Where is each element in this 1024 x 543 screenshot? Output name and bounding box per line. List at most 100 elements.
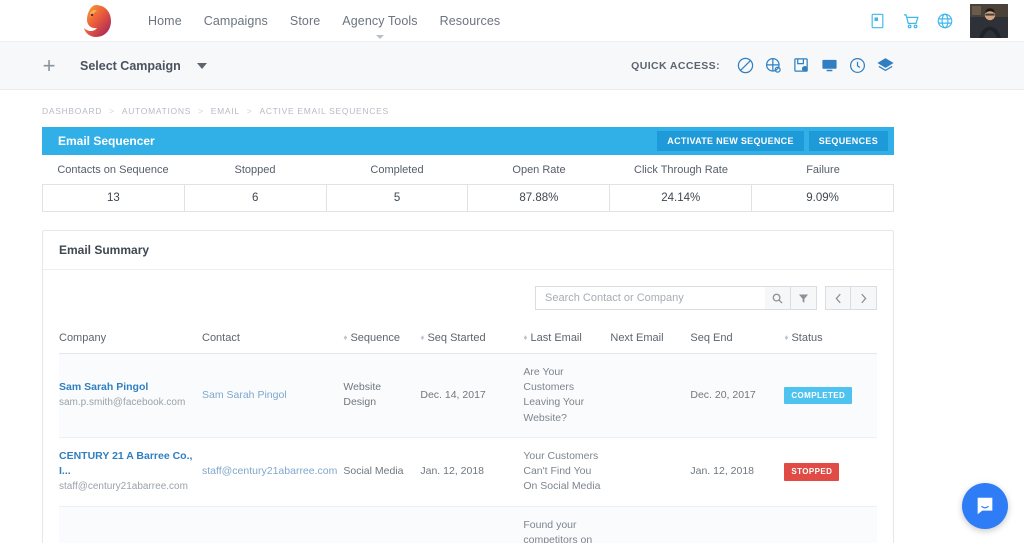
column-label-status: Status [791, 332, 823, 344]
table-row[interactable]: Product PH joshua.pielago@gmail.com Josh… [59, 506, 877, 543]
panel-header: Email Sequencer ACTIVATE NEW SEQUENCE SE… [42, 127, 894, 155]
column-label-company: Company [59, 332, 107, 344]
cell-contact: Joshua Pielago [202, 506, 343, 543]
stat-label-completed: Completed [370, 164, 424, 176]
stat-label-contacts-on-sequence: Contacts on Sequence [57, 164, 169, 176]
chevron-right-icon[interactable] [851, 286, 877, 310]
intercom-chat-launcher[interactable] [962, 483, 1008, 529]
monitor-icon[interactable] [821, 57, 838, 74]
company-link[interactable]: CENTURY 21 A Barree Co., I... [59, 449, 196, 479]
table-body: Sam Sarah Pingol sam.p.smith@facebook.co… [59, 353, 877, 543]
table-header-row: Company Contact ♦ Sequence ♦ Seq Started ♦… [59, 324, 877, 354]
breadcrumb-separator: > [246, 106, 253, 116]
status-badge: STOPPED [784, 463, 840, 481]
cell-seq-started: Dec. 14, 2017 [420, 388, 486, 401]
table-row[interactable]: CENTURY 21 A Barree Co., I... staff@cent… [59, 437, 877, 507]
nav-link-resources[interactable]: Resources [440, 12, 501, 30]
user-avatar[interactable] [970, 4, 1008, 38]
nav-link-agency-tools[interactable]: Agency Tools [342, 12, 417, 30]
sequences-button[interactable]: SEQUENCES [808, 131, 888, 151]
cell-seq-started: Jan. 12, 2018 [420, 506, 523, 543]
sort-icon: ♦ [420, 333, 425, 342]
column-header-last-email[interactable]: ♦ Last Email [523, 324, 611, 354]
breadcrumb-item-automations[interactable]: AUTOMATIONS [122, 106, 191, 116]
cell-seq-end: Jan. 12, 2018 [690, 465, 755, 478]
chevron-left-icon[interactable] [825, 286, 851, 310]
breadcrumb-separator: > [198, 106, 204, 116]
nav-link-store[interactable]: Store [290, 12, 320, 30]
globe-icon[interactable] [936, 12, 954, 30]
email-summary-card: Email Summary Search Contact or Company … [42, 230, 894, 543]
column-label-last-email: Last Email [530, 332, 582, 344]
select-campaign-dropdown[interactable]: Select Campaign [80, 59, 207, 73]
cell-company: Sam Sarah Pingol sam.p.smith@facebook.co… [59, 354, 202, 438]
stats-value-row: 13 6 5 87.88% 24.14% 9.09% [42, 184, 894, 212]
select-campaign-label: Select Campaign [80, 58, 181, 73]
column-header-status[interactable]: ♦ Status [784, 324, 877, 354]
breadcrumb: DASHBOARD > AUTOMATIONS > EMAIL > ACTIVE… [42, 106, 1024, 116]
cell-sequence: Website Design [343, 381, 382, 409]
cell-sequence: Social Media [343, 506, 420, 543]
table-row[interactable]: Sam Sarah Pingol sam.p.smith@facebook.co… [59, 353, 877, 438]
column-label-seq-end: Seq End [690, 332, 733, 344]
column-label-sequence: Sequence [350, 332, 401, 344]
cell-status: COMPLETED [784, 354, 877, 438]
cell-status: STOPPED [784, 437, 877, 506]
table-toolbar [59, 270, 877, 324]
column-header-sequence[interactable]: ♦ Sequence [343, 324, 421, 354]
stat-label-click-through-rate: Click Through Rate [634, 164, 728, 176]
top-navigation-bar: Home Campaigns Store Agency Tools Resour… [0, 0, 1024, 42]
search-input[interactable] [535, 286, 765, 310]
shopping-cart-icon[interactable] [902, 12, 920, 30]
stat-value-failure: 9.09% [806, 192, 839, 204]
email-summary-body: Company Contact ♦Sequence ♦Seq Started ♦… [43, 270, 893, 543]
add-campaign-button[interactable]: + [38, 54, 60, 77]
brand-logo[interactable] [78, 2, 118, 40]
stat-label-failure: Failure [806, 164, 840, 176]
top-nav-actions [868, 0, 1008, 42]
save-page-icon[interactable] [793, 57, 810, 74]
stat-value-click-through-rate: 24.14% [610, 185, 753, 211]
nav-link-home[interactable]: Home [148, 12, 182, 30]
breadcrumb-separator: > [109, 106, 115, 116]
cell-next-email [610, 437, 690, 506]
cell-status: STOPPED [784, 506, 877, 543]
web-globe-icon[interactable] [765, 57, 782, 74]
breadcrumb-item-active-email-sequences[interactable]: ACTIVE EMAIL SEQUENCES [259, 106, 388, 116]
contact-link[interactable]: Sam Sarah Pingol [202, 389, 287, 401]
table-header: Company Contact ♦ Sequence ♦ Seq Started ♦… [59, 324, 877, 354]
company-email: sam.p.smith@facebook.com [59, 397, 186, 409]
pagination-controls [825, 286, 877, 310]
stat-value-open-rate: 87.88% [468, 185, 611, 211]
layers-icon[interactable] [877, 57, 894, 74]
cell-contact: staff@century21abarree.com [202, 437, 343, 506]
book-icon[interactable] [868, 12, 886, 30]
breadcrumb-item-dashboard[interactable]: DASHBOARD [42, 106, 102, 116]
column-label-seq-started: Seq Started [427, 332, 486, 344]
filter-icon[interactable] [791, 286, 817, 310]
stat-value-stopped: 6 [185, 185, 327, 211]
quick-access-group: QUICK ACCESS: [631, 57, 894, 74]
cell-company: Product PH joshua.pielago@gmail.com [59, 506, 202, 543]
cell-sequence: Social Media [343, 465, 404, 478]
column-header-seq-started[interactable]: ♦ Seq Started [420, 324, 524, 354]
cell-next-email [610, 506, 690, 543]
company-link[interactable]: Sam Sarah Pingol [59, 380, 196, 395]
column-label-contact: Contact [202, 332, 240, 344]
column-header-next-email: Next Email [610, 324, 691, 354]
activate-new-sequence-button[interactable]: ACTIVATE NEW SEQUENCE [657, 131, 804, 151]
quick-access-label: QUICK ACCESS: [631, 59, 720, 72]
clock-icon[interactable] [849, 57, 866, 74]
contact-link[interactable]: staff@century21abarree.com [202, 465, 337, 477]
search-group [535, 286, 817, 310]
email-sequence-table: Company Contact ♦ Sequence ♦ Seq Started ♦… [59, 324, 877, 543]
status-badge: COMPLETED [784, 386, 853, 405]
breadcrumb-item-email[interactable]: EMAIL [211, 106, 240, 116]
stat-label-stopped: Stopped [234, 164, 276, 176]
search-icon[interactable] [765, 286, 791, 310]
nav-link-campaigns[interactable]: Campaigns [204, 12, 268, 30]
stats-label-row: Contacts on Sequence Stopped Completed O… [42, 155, 894, 184]
campaign-bar: + Select Campaign QUICK ACCESS: [0, 42, 1024, 90]
column-header-seq-end: Seq End [690, 324, 785, 354]
no-entry-icon[interactable] [737, 57, 754, 74]
